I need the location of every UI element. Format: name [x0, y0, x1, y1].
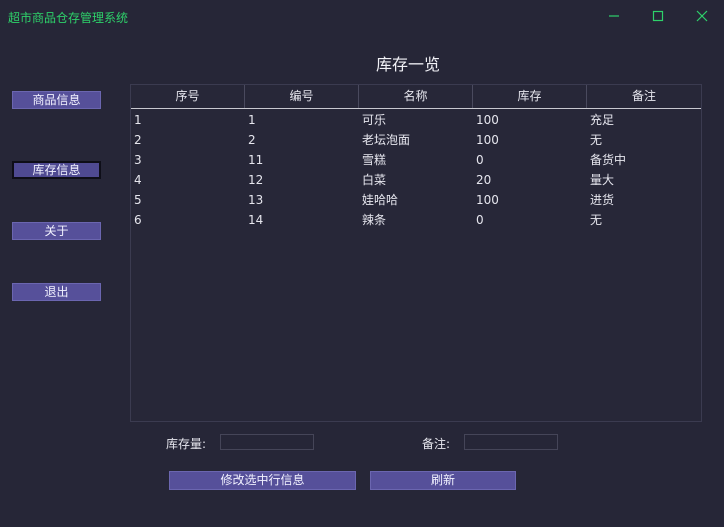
- cell-index: 6: [134, 213, 142, 227]
- cell-index: 3: [134, 153, 142, 167]
- cell-note: 量大: [590, 173, 615, 187]
- close-button[interactable]: [691, 6, 713, 26]
- stock-table[interactable]: 序号 编号 名称 库存 备注 1 1 可乐 100 充足 2 2 老坛泡面 10…: [130, 84, 702, 422]
- cell-note: 无: [590, 213, 603, 227]
- cell-note: 充足: [590, 113, 615, 127]
- note-label: 备注:: [422, 437, 451, 451]
- maximize-button[interactable]: [647, 6, 669, 26]
- nav-exit-button[interactable]: 退出: [12, 283, 101, 301]
- title-bar: 超市商品仓存管理系统: [0, 0, 724, 32]
- cell-note: 备货中: [590, 153, 627, 167]
- nav-product-info-button[interactable]: 商品信息: [12, 91, 101, 109]
- note-input[interactable]: [464, 434, 558, 450]
- cell-name: 老坛泡面: [362, 133, 411, 147]
- cell-name: 雪糕: [362, 153, 387, 167]
- cell-name: 娃哈哈: [362, 193, 399, 207]
- cell-stock: 20: [476, 173, 492, 187]
- cell-index: 2: [134, 133, 142, 147]
- column-header-stock[interactable]: 库存: [473, 85, 587, 108]
- table-row[interactable]: 1 1 可乐 100 充足: [131, 110, 701, 130]
- cell-stock: 0: [476, 153, 484, 167]
- cell-code: 12: [248, 173, 264, 187]
- column-header-name[interactable]: 名称: [359, 85, 473, 108]
- cell-code: 14: [248, 213, 264, 227]
- table-row[interactable]: 5 13 娃哈哈 100 进货: [131, 190, 701, 210]
- cell-name: 可乐: [362, 113, 387, 127]
- minimize-icon: [609, 15, 619, 17]
- refresh-button[interactable]: 刷新: [370, 471, 516, 490]
- cell-stock: 100: [476, 193, 499, 207]
- table-row[interactable]: 6 14 辣条 0 无: [131, 210, 701, 230]
- table-row[interactable]: 3 11 雪糕 0 备货中: [131, 150, 701, 170]
- cell-stock: 0: [476, 213, 484, 227]
- cell-code: 2: [248, 133, 256, 147]
- maximize-icon: [652, 10, 664, 22]
- table-row[interactable]: 2 2 老坛泡面 100 无: [131, 130, 701, 150]
- close-icon: [696, 10, 708, 22]
- cell-index: 4: [134, 173, 142, 187]
- cell-index: 5: [134, 193, 142, 207]
- cell-code: 1: [248, 113, 256, 127]
- column-header-index[interactable]: 序号: [131, 85, 245, 108]
- stock-label: 库存量:: [166, 437, 207, 451]
- modify-selected-row-button[interactable]: 修改选中行信息: [169, 471, 356, 490]
- nav-about-button[interactable]: 关于: [12, 222, 101, 240]
- table-row[interactable]: 4 12 白菜 20 量大: [131, 170, 701, 190]
- cell-stock: 100: [476, 133, 499, 147]
- table-header: 序号 编号 名称 库存 备注: [131, 85, 701, 109]
- minimize-button[interactable]: [603, 6, 625, 26]
- page-title: 库存一览: [375, 55, 440, 74]
- column-header-code[interactable]: 编号: [245, 85, 359, 108]
- column-header-note[interactable]: 备注: [587, 85, 701, 108]
- nav-stock-info-button[interactable]: 库存信息: [12, 161, 101, 179]
- cell-name: 辣条: [362, 213, 387, 227]
- cell-code: 11: [248, 153, 264, 167]
- cell-stock: 100: [476, 113, 499, 127]
- cell-code: 13: [248, 193, 264, 207]
- cell-index: 1: [134, 113, 142, 127]
- app-title: 超市商品仓存管理系统: [8, 11, 129, 25]
- cell-note: 无: [590, 133, 603, 147]
- stock-input[interactable]: [220, 434, 314, 450]
- cell-name: 白菜: [362, 173, 387, 187]
- cell-note: 进货: [590, 193, 615, 207]
